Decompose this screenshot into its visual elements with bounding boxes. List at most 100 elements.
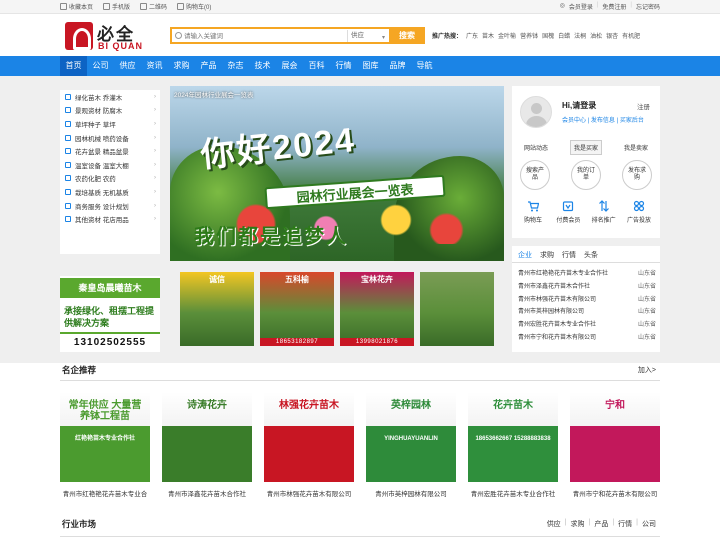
category-label: 商务服务 设计规划	[75, 203, 129, 211]
tool-label: 广告投放	[626, 218, 651, 224]
company-card[interactable]: 宁和 青州市宁和花卉苗木有限公司	[570, 392, 660, 498]
list-item[interactable]: 青州市林强花卉苗木有限公司 山东省	[518, 294, 656, 307]
category-item[interactable]: 景观资材 防腐木 ›	[60, 104, 160, 118]
market-link-products[interactable]: 产品	[594, 519, 608, 529]
hero-banner[interactable]: 2024年园林行业展会一览表 你好2024 园林行业展会一览表 我们都是追梦人	[170, 86, 504, 261]
post-info-link[interactable]: 发布信息	[591, 118, 615, 124]
my-orders-button[interactable]: 我的订单	[571, 160, 601, 190]
list-item[interactable]: 青州市泽鑫花卉苗木合作社 山东省	[518, 281, 656, 294]
market-link-buy[interactable]: 求购	[571, 519, 585, 529]
nav-magazine[interactable]: 杂志	[222, 56, 249, 76]
post-request-button[interactable]: 发布求购	[622, 160, 652, 190]
hot-searches: 推广热搜： 广东 苗木 金叶榆 营养钵 国槐 白蜡 法桐 油松 银杏 有机肥	[432, 31, 640, 40]
mobile-link[interactable]: 手机版	[103, 2, 130, 11]
bookmark-link[interactable]: 收藏本页	[60, 2, 93, 11]
tool-rank[interactable]: 排名推广	[587, 200, 621, 224]
join-link[interactable]: 加入>	[638, 365, 656, 375]
hot-search-item[interactable]: 法桐	[574, 31, 586, 40]
hot-search-item[interactable]: 白蜡	[558, 31, 570, 40]
search-button[interactable]: 搜索	[389, 27, 425, 44]
tool-label: 排名推广	[591, 218, 616, 224]
tool-ad[interactable]: 广告投放	[622, 200, 656, 224]
promo-thumb[interactable]: 宝林花卉 13998021876	[340, 272, 414, 346]
nav-brand[interactable]: 品牌	[384, 56, 411, 76]
nav-exhibition[interactable]: 展会	[276, 56, 303, 76]
list-item[interactable]: 青州市宁和花卉苗木有限公司 山东省	[518, 332, 656, 345]
banner-slogan: 我们都是追梦人	[194, 226, 348, 248]
poster-title: 英梓园林	[391, 400, 431, 411]
hot-search-item[interactable]: 银杏	[606, 31, 618, 40]
divider: |	[564, 519, 567, 526]
nav-market[interactable]: 行情	[330, 56, 357, 76]
category-item[interactable]: 栽培基质 无机基质 ›	[60, 185, 160, 199]
company-card[interactable]: 诗涛花卉 青州市泽鑫花卉苗木合作社	[162, 392, 252, 498]
forgot-password-link[interactable]: 忘记密码	[636, 2, 660, 11]
thumb-title: 诚信	[209, 275, 225, 284]
nav-company[interactable]: 公司	[87, 56, 114, 76]
buyer-backend-link[interactable]: 买家后台	[620, 118, 644, 124]
hot-search-item[interactable]: 苗木	[482, 31, 494, 40]
category-item[interactable]: 其他资材 花店用品 ›	[60, 212, 160, 226]
market-link-quotes[interactable]: 行情	[618, 519, 632, 529]
company-poster: 花卉苗木 18653662667 15288883838	[468, 392, 558, 482]
category-item[interactable]: 园林机械 喷药设备 ›	[60, 131, 160, 145]
register-link[interactable]: 免费注册	[602, 2, 626, 11]
promo-thumb[interactable]: 诚信	[180, 272, 254, 346]
category-item[interactable]: 农药化肥 农药 ›	[60, 172, 160, 186]
nav-products[interactable]: 产品	[195, 56, 222, 76]
nav-guide[interactable]: 导航	[411, 56, 438, 76]
divider	[60, 536, 660, 537]
company-card[interactable]: 林强花卉苗木 青州市林强花卉苗木有限公司	[264, 392, 354, 498]
login-prompt[interactable]: Hi,请登录	[562, 100, 596, 111]
hot-search-item[interactable]: 国槐	[542, 31, 554, 40]
market-link-supply[interactable]: 供应	[547, 519, 561, 529]
category-icon	[65, 202, 71, 209]
register-button[interactable]: 注册	[637, 101, 650, 111]
search-input[interactable]	[184, 30, 344, 42]
tab-site-news[interactable]: 网站动态	[520, 140, 552, 155]
promo-thumb[interactable]	[420, 272, 494, 346]
hot-search-item[interactable]: 营养钵	[520, 31, 538, 40]
nav-wiki[interactable]: 百科	[303, 56, 330, 76]
category-item[interactable]: 绿化苗木 乔灌木 ›	[60, 90, 160, 104]
hot-search-item[interactable]: 金叶榆	[498, 31, 516, 40]
category-item[interactable]: 温室设备 温室大棚 ›	[60, 158, 160, 172]
search-products-button[interactable]: 搜索产品	[520, 160, 550, 190]
hot-search-item[interactable]: 广东	[466, 31, 478, 40]
category-item[interactable]: 草坪种子 草坪 ›	[60, 117, 160, 131]
left-advert[interactable]: 秦皇岛晨曦苗木 承接绿化、租摆工程提供解决方案 13102502555	[60, 276, 160, 352]
tab-seller[interactable]: 我是卖家	[620, 140, 652, 155]
company-card[interactable]: 英梓园林 YINGHUAYUANLIN 青州市英梓园林有限公司	[366, 392, 456, 498]
market-link-companies[interactable]: 公司	[642, 519, 656, 529]
tool-cart[interactable]: 购物车	[516, 200, 550, 224]
hot-search-item[interactable]: 油松	[590, 31, 602, 40]
site-logo[interactable]: 必全 BI QUAN	[65, 20, 145, 52]
login-link[interactable]: 会员登录	[569, 2, 593, 11]
member-center-link[interactable]: 会员中心	[562, 118, 586, 124]
promo-thumb[interactable]: 五科榆 18653182897	[260, 272, 334, 346]
tab-buyer[interactable]: 我是买家	[569, 140, 602, 155]
list-item[interactable]: 青州市红艳艳花卉苗木专业合作社 山东省	[518, 268, 656, 281]
list-item[interactable]: 青州宏胜花卉苗木专业合作社 山东省	[518, 319, 656, 332]
company-card[interactable]: 花卉苗木 18653662667 15288883838 青州宏胜花卉苗木专业合作…	[468, 392, 558, 498]
nav-news[interactable]: 资讯	[141, 56, 168, 76]
logo-mark-icon	[65, 22, 93, 50]
tool-vip[interactable]: 付费会员	[551, 200, 585, 224]
divider	[60, 380, 660, 381]
nav-supply[interactable]: 供应	[114, 56, 141, 76]
nav-tech[interactable]: 技术	[249, 56, 276, 76]
company-card[interactable]: 常年供应 大量营养钵工程苗 红艳艳苗木专业合作社 青州市红艳艳花卉苗木专业合	[60, 392, 150, 498]
category-item[interactable]: 花卉盆景 精品盆景 ›	[60, 144, 160, 158]
category-item[interactable]: 商务服务 设计规划 ›	[60, 199, 160, 213]
company-province: 山东省	[637, 334, 656, 341]
search-category-select[interactable]: 供应 ▾	[347, 30, 389, 42]
list-item[interactable]: 青州市英梓园林有限公司 山东省	[518, 306, 656, 319]
category-label: 花卉盆景 精品盆景	[75, 149, 129, 157]
thumb-phone: 13998021876	[340, 338, 414, 346]
nav-gallery[interactable]: 图库	[357, 56, 384, 76]
qrcode-link[interactable]: 二维码	[140, 2, 167, 11]
cart-link[interactable]: 购物车(0)	[177, 2, 211, 11]
nav-home[interactable]: 首页	[60, 56, 87, 76]
hot-search-item[interactable]: 有机肥	[622, 31, 640, 40]
nav-buy[interactable]: 求购	[168, 56, 195, 76]
